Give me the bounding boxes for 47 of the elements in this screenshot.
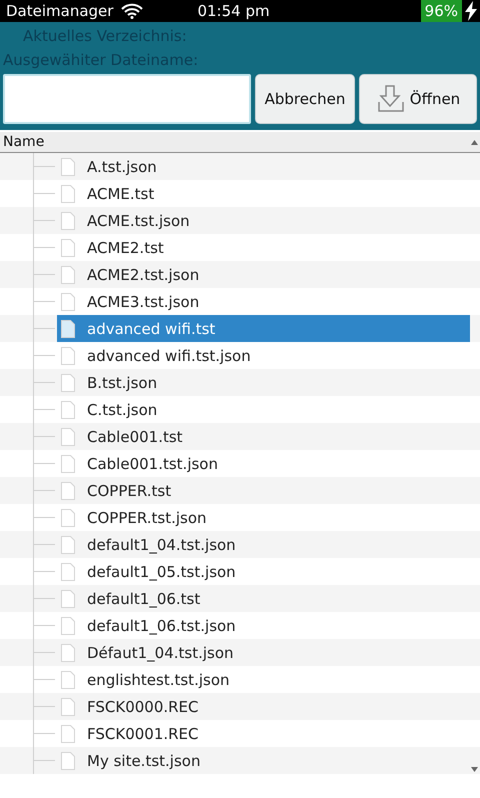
file-item[interactable]: COPPER.tst.json [57, 504, 470, 531]
scroll-down-icon[interactable] [471, 767, 478, 772]
file-icon [61, 724, 75, 742]
clock: 01:54 pm [197, 2, 270, 20]
column-header[interactable]: Name [3, 134, 44, 150]
file-item[interactable]: C.tst.json [57, 396, 470, 423]
file-icon [61, 400, 75, 418]
file-icon [61, 508, 75, 526]
file-icon [61, 752, 75, 770]
file-icon [61, 644, 75, 662]
file-icon [61, 346, 75, 364]
file-icon [61, 454, 75, 472]
file-icon [61, 590, 75, 608]
file-item[interactable]: advanced wifi.tst [57, 315, 470, 342]
download-icon [376, 84, 406, 114]
open-button[interactable]: Öffnen [359, 74, 477, 124]
file-icon [61, 536, 75, 554]
file-item[interactable]: default1_05.tst.json [57, 558, 470, 585]
file-icon [61, 670, 75, 688]
file-item[interactable]: englishtest.tst.json [57, 666, 470, 693]
file-icon [61, 238, 75, 256]
file-item[interactable]: Cable001.tst.json [57, 450, 470, 477]
file-icon [61, 320, 75, 338]
file-icon [61, 562, 75, 580]
filename-field[interactable] [3, 74, 251, 124]
file-icon [61, 212, 75, 230]
file-icon [61, 266, 75, 284]
lightning-icon [464, 1, 478, 21]
file-icon [61, 616, 75, 634]
file-icon [61, 158, 75, 176]
wifi-icon [121, 3, 144, 19]
file-icon [61, 698, 75, 716]
file-item[interactable]: ACME3.tst.json [57, 288, 470, 315]
file-icon [61, 292, 75, 310]
file-icon [61, 374, 75, 392]
file-item[interactable]: FSCK0001.REC [57, 720, 470, 747]
file-item[interactable]: ACME.tst [57, 180, 470, 207]
battery-level: 96% [420, 0, 462, 22]
file-icon [61, 482, 75, 500]
file-icon [61, 428, 75, 446]
app-title: Dateimanager [5, 2, 114, 20]
file-icon [61, 184, 75, 202]
file-item[interactable]: advanced wifi.tst.json [57, 342, 470, 369]
cancel-button[interactable]: Abbrechen [255, 74, 355, 124]
scroll-up-icon[interactable] [471, 140, 478, 144]
file-item[interactable]: ACME2.tst [57, 234, 470, 261]
file-item[interactable]: default1_06.tst.json [57, 612, 470, 639]
